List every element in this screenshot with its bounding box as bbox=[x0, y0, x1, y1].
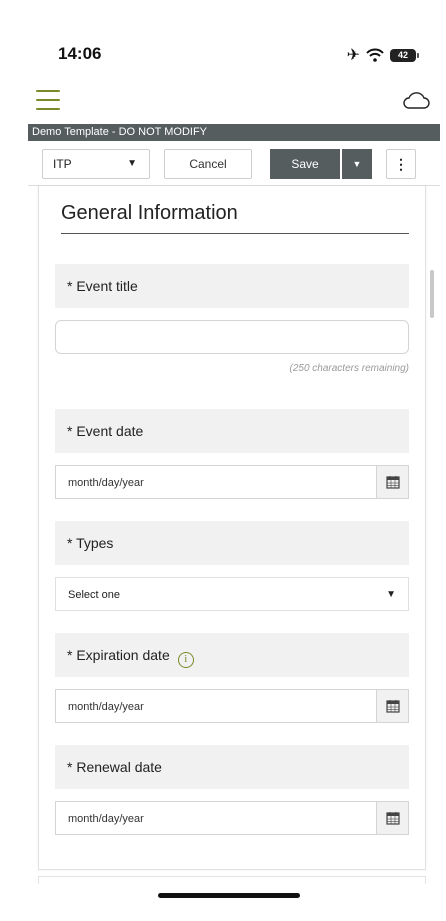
form-card: General Information * Event title (250 c… bbox=[38, 186, 426, 870]
caret-down-icon: ▼ bbox=[386, 589, 396, 600]
event-title-label: * Event title bbox=[55, 264, 409, 308]
status-time: 14:06 bbox=[58, 44, 102, 63]
chars-remaining: (250 characters remaining) bbox=[289, 363, 410, 374]
battery-icon: 42 bbox=[390, 48, 419, 62]
calendar-icon[interactable] bbox=[376, 802, 408, 834]
expiration-date-placeholder: month/day/year bbox=[68, 701, 144, 713]
form-toolbar: ITP ▼ Cancel Save ▼ ⋮ bbox=[28, 141, 440, 186]
section-title: General Information bbox=[61, 202, 409, 234]
app-header bbox=[6, 82, 440, 122]
template-name-bar: Demo Template - DO NOT MODIFY bbox=[28, 124, 440, 141]
calendar-icon[interactable] bbox=[376, 466, 408, 498]
airplane-icon: ✈ bbox=[346, 47, 360, 64]
status-bar: 14:06 ✈ 42 bbox=[6, 40, 440, 70]
types-select[interactable]: Select one ▼ bbox=[55, 577, 409, 611]
save-button[interactable]: Save bbox=[270, 149, 340, 179]
caret-down-icon: ▼ bbox=[127, 158, 137, 169]
status-icons: ✈ 42 bbox=[346, 45, 419, 65]
caret-down-icon: ▼ bbox=[352, 159, 362, 169]
form-type-value: ITP bbox=[53, 157, 72, 171]
cloud-icon[interactable] bbox=[402, 90, 430, 110]
save-options-button[interactable]: ▼ bbox=[342, 149, 372, 179]
battery-level: 42 bbox=[397, 50, 408, 60]
expiration-date-label-text: * Expiration date bbox=[67, 647, 170, 663]
next-section-card bbox=[38, 876, 426, 884]
renewal-date-input[interactable]: month/day/year bbox=[55, 801, 409, 835]
event-title-input[interactable] bbox=[55, 320, 409, 354]
renewal-date-placeholder: month/day/year bbox=[68, 813, 144, 825]
wifi-icon bbox=[366, 48, 384, 62]
cancel-button[interactable]: Cancel bbox=[164, 149, 252, 179]
home-indicator[interactable] bbox=[158, 893, 300, 898]
more-vertical-icon: ⋮ bbox=[394, 156, 408, 172]
event-date-placeholder: month/day/year bbox=[68, 477, 144, 489]
calendar-icon[interactable] bbox=[376, 690, 408, 722]
event-date-label: * Event date bbox=[55, 409, 409, 453]
expiration-date-label: * Expiration date i bbox=[55, 633, 409, 677]
menu-icon[interactable] bbox=[36, 90, 60, 112]
types-label: * Types bbox=[55, 521, 409, 565]
expiration-date-input[interactable]: month/day/year bbox=[55, 689, 409, 723]
event-date-input[interactable]: month/day/year bbox=[55, 465, 409, 499]
renewal-date-label: * Renewal date bbox=[55, 745, 409, 789]
phone-screen: 14:06 ✈ 42 Demo Template - DO NOT MODIFY… bbox=[6, 0, 440, 921]
form-type-select[interactable]: ITP ▼ bbox=[42, 149, 150, 179]
types-selected-value: Select one bbox=[68, 589, 120, 601]
scrollbar[interactable] bbox=[430, 270, 434, 318]
info-icon[interactable]: i bbox=[177, 652, 194, 668]
more-options-button[interactable]: ⋮ bbox=[386, 149, 416, 179]
